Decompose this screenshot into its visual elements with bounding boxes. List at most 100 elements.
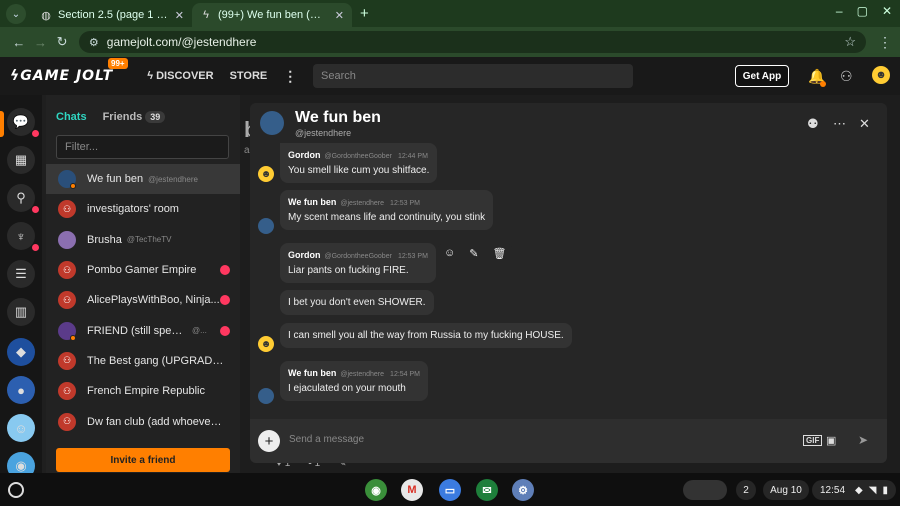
status-area[interactable]: 12:54 ◆ ◥ ▮ [812,480,896,500]
message-input[interactable]: Send a message [289,434,364,445]
friend-requests-icon[interactable]: ⚇ [840,68,853,85]
close-window-icon[interactable]: ✕ [882,4,892,18]
message[interactable]: We fun ben @jestendhere 12:54 PM I ejacula… [280,361,429,401]
message[interactable]: Gordon @GordontheeGoober 12:44 PM You smel… [280,143,438,183]
forward-icon[interactable]: → [30,35,52,50]
tab-friends[interactable]: Friends 39 [103,111,166,123]
message[interactable]: I can smell you all the way from Russia … [280,323,572,348]
trophy-rail-icon[interactable]: ♆ [7,222,35,250]
launcher-icon[interactable] [8,482,24,498]
chat-item-aliceplayswithboo[interactable]: ⚇ AlicePlaysWithBoo, Ninja... [46,285,240,315]
tab-chats[interactable]: Chats [56,111,87,123]
reload-icon[interactable]: ↻ [51,34,73,50]
left-rail: 💬 ▦ ⚲ ♆ ☰ ▥ ◆ ● ☺ ◉ [0,95,42,480]
browser-tab-strip: ⌄ ◍ Section 2.5 (page 1 of 2) | ace ✕ ϟ … [0,0,900,27]
chat-header: We fun ben @jestendhere ⚉ ⋯ ✕ [250,103,887,143]
screen-preview[interactable] [683,480,727,500]
site-settings-icon[interactable]: ⚙ [89,36,99,49]
invite-friend-button[interactable]: Invite a friend [56,448,230,472]
edit-icon[interactable]: ✎ [469,247,478,260]
search-input[interactable]: Search [313,64,633,88]
group-icon: ⚇ [58,412,76,431]
avatar[interactable] [260,111,284,135]
unread-dot [32,244,39,251]
gif-button[interactable]: GIF [803,435,823,446]
gamejolt-logo[interactable]: ϟGAME JOLT [10,68,113,84]
get-app-button[interactable]: Get App [735,65,789,87]
sticker-icon[interactable]: ▣ [826,434,836,447]
group-icon: ⚇ [58,351,76,370]
library-rail-icon[interactable]: ▥ [7,298,35,326]
back-icon[interactable]: ← [8,35,30,50]
message[interactable]: Gordon @GordontheeGoober 12:53 PM Liar pan… [280,243,436,283]
discover-link[interactable]: ϟ DISCOVER [147,70,213,82]
unread-dot [220,295,230,306]
chat-item-we-fun-ben[interactable]: We fun ben @jestendhere [46,164,240,195]
add-attachment-button[interactable]: + [258,430,280,452]
unread-dot [32,206,39,213]
add-reaction-icon[interactable]: ☺ [444,247,455,260]
community-avatar[interactable]: ◆ [7,338,35,366]
chat-item-brusha[interactable]: Brusha @TecTheTV [46,225,240,255]
maximize-icon[interactable]: ▢ [857,4,868,18]
chat-handle: @jestendhere [295,128,352,138]
add-member-icon[interactable]: ⚉ [807,116,819,132]
close-tab-icon[interactable]: ✕ [175,9,184,22]
message[interactable]: We fun ben @jestendhere 12:53 PM My scent … [280,190,494,230]
browser-menu-icon[interactable]: ⋮ [878,34,892,51]
chat-item-best-gang[interactable]: ⚇ The Best gang (UPGRADED) ... [46,346,240,376]
messages-icon[interactable]: ✉ [476,479,498,501]
chat-item-friend[interactable]: FRIEND (still spectac...@... [46,315,240,345]
files-icon[interactable]: ▭ [439,479,461,501]
chat-list: We fun ben @jestendhere ⚇ investigators' … [46,164,240,437]
group-icon: ⚇ [58,200,76,219]
quests-rail-icon[interactable]: ☰ [7,260,35,288]
minimize-icon[interactable]: – [836,4,843,18]
backpack-rail-icon[interactable]: ⚲ [7,184,35,212]
group-icon: ⚇ [58,382,76,401]
tab-title: (99+) We fun ben (@jestendhe [218,9,329,21]
close-tab-icon[interactable]: ✕ [335,9,344,22]
message[interactable]: I bet you don't even SHOWER. [280,290,434,315]
gmail-icon[interactable]: M [401,479,423,501]
browser-tab-section[interactable]: ◍ Section 2.5 (page 1 of 2) | ace ✕ [32,3,192,27]
chat-options-icon[interactable]: ⋯ [833,116,846,132]
avatar [58,170,76,190]
close-chat-icon[interactable]: ✕ [859,116,870,132]
more-menu-icon[interactable]: ⋮ [283,68,297,85]
chat-item-investigators-room[interactable]: ⚇ investigators' room [46,194,240,224]
avatar [258,218,274,234]
community-avatar[interactable]: ● [7,376,35,404]
chat-title: We fun ben [295,109,381,126]
chrome-icon[interactable]: ◉ [365,479,387,501]
send-icon[interactable]: ➤ [858,433,868,447]
community-avatar[interactable]: ☺ [7,414,35,442]
chat-item-french-empire[interactable]: ⚇ French Empire Republic [46,376,240,406]
store-link[interactable]: STORE [230,70,268,82]
notification-badge: 99+ [108,58,128,69]
unread-dot [220,265,230,276]
avatar [258,388,274,404]
chat-item-pombo-gamer-empire[interactable]: ⚇ Pombo Gamer Empire [46,255,240,285]
battery-icon: ▮ [882,484,888,496]
vpn-icon: ◆ [855,484,863,496]
chat-rail-icon[interactable]: 💬 [7,108,35,136]
address-bar[interactable]: ⚙ gamejolt.com/@jestendhere ☆ [78,31,867,53]
filter-input[interactable]: Filter... [56,135,229,159]
bookmark-star-icon[interactable]: ☆ [844,34,856,50]
chat-window: We fun ben @jestendhere ⚉ ⋯ ✕ ☻ Gordon @G… [250,103,887,463]
date-display[interactable]: Aug 10 [763,480,809,500]
user-avatar[interactable]: ☻ [872,66,890,84]
gamejolt-header: ϟGAME JOLT 99+ ϟ DISCOVER STORE ⋮ Search… [0,57,900,95]
settings-icon[interactable]: ⚙ [512,479,534,501]
tab-search-chevron-icon[interactable]: ⌄ [6,4,26,24]
store-rail-icon[interactable]: ▦ [7,146,35,174]
chat-item-dw-fan-club[interactable]: ⚇ Dw fan club (add whoever you... [46,406,240,436]
delete-icon[interactable]: 🗑 [492,247,506,260]
new-tab-button[interactable]: + [360,5,369,22]
rail-selected-indicator [0,111,4,137]
notification-count[interactable]: 2 [736,480,756,500]
browser-tab-gamejolt[interactable]: ϟ (99+) We fun ben (@jestendhe ✕ [192,3,352,27]
group-icon: ⚇ [58,291,76,310]
tab-title: Section 2.5 (page 1 of 2) | ace [58,9,169,21]
